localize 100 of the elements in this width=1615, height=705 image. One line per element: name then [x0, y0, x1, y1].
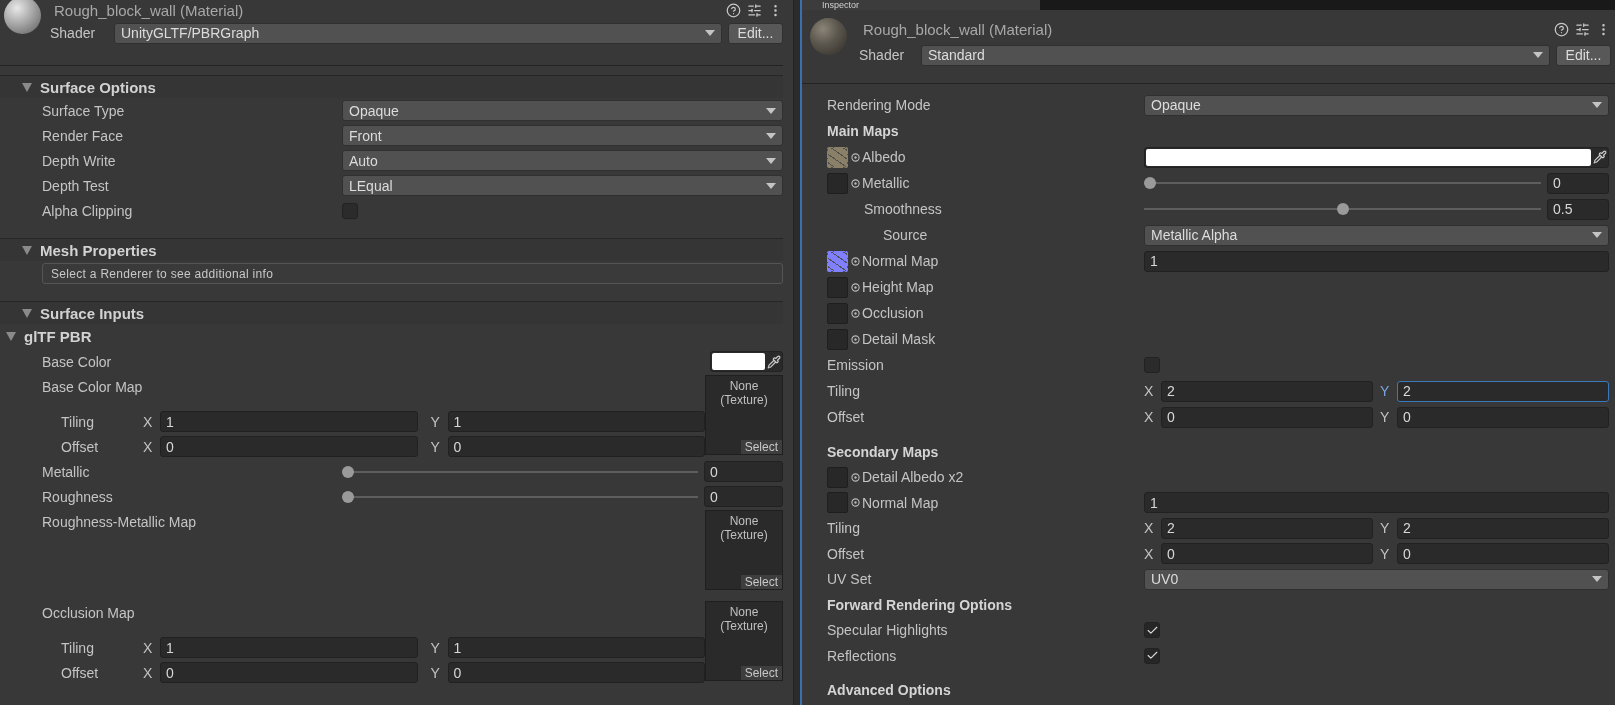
settings-icon[interactable]: [1575, 21, 1590, 37]
number-field[interactable]: 0: [704, 461, 783, 482]
edit-button[interactable]: Edit...: [728, 22, 783, 44]
number-field[interactable]: 0: [1161, 406, 1373, 428]
dropdown[interactable]: Auto: [342, 150, 783, 171]
number-field[interactable]: 0: [160, 436, 418, 457]
target-icon[interactable]: [851, 472, 860, 482]
foldout-arrow-icon[interactable]: [22, 82, 32, 92]
foldout-header[interactable]: Surface Options: [0, 75, 783, 98]
number-field[interactable]: 0: [1547, 172, 1609, 194]
help-icon[interactable]: [726, 2, 741, 18]
target-icon[interactable]: [851, 308, 860, 318]
number-field[interactable]: 0: [1161, 543, 1373, 565]
axis-label: Y: [430, 664, 441, 681]
dropdown[interactable]: LEqual: [342, 175, 783, 196]
field-label: Reflections: [827, 647, 898, 664]
target-icon[interactable]: [851, 178, 860, 188]
color-swatch[interactable]: [1146, 148, 1591, 166]
foldout-header[interactable]: glTF PBR: [0, 324, 783, 349]
axis-label: Y: [1380, 545, 1391, 562]
number-field[interactable]: 2: [1397, 380, 1609, 402]
field-label: Source: [883, 227, 929, 243]
caret-icon: [1592, 102, 1602, 108]
target-icon[interactable]: [851, 282, 860, 292]
number-field[interactable]: 0: [447, 662, 705, 683]
caret-icon: [766, 107, 776, 114]
foldout-arrow-icon[interactable]: [6, 332, 16, 341]
texture-slot[interactable]: None (Texture) Select: [705, 601, 783, 681]
foldout-header[interactable]: Surface Inputs: [0, 301, 783, 324]
eyedropper-icon[interactable]: [767, 354, 781, 369]
scrollbar[interactable]: [793, 0, 800, 705]
number-field[interactable]: 1: [1144, 492, 1609, 514]
slider-thumb[interactable]: [1336, 203, 1349, 215]
axis-label: Y: [1380, 383, 1391, 399]
inspector-tab[interactable]: Inspector: [802, 0, 1040, 10]
edit-button[interactable]: Edit...: [1556, 44, 1611, 66]
field-label: Shader: [50, 25, 97, 41]
field-label: Metallic: [862, 175, 910, 191]
axis-label: X: [1144, 545, 1155, 562]
checkbox[interactable]: [1144, 647, 1160, 664]
number-field[interactable]: 1: [447, 637, 705, 658]
shader-dropdown[interactable]: Standard: [921, 44, 1550, 66]
axis-label: X: [143, 664, 154, 681]
slider-thumb[interactable]: [342, 490, 354, 503]
foldout-arrow-icon[interactable]: [22, 308, 32, 318]
number-field[interactable]: 2: [1161, 517, 1373, 539]
dropdown[interactable]: Opaque: [1144, 94, 1609, 116]
select-button[interactable]: Select: [740, 440, 782, 454]
number-field[interactable]: 1: [447, 411, 705, 432]
axis-label: Y: [430, 438, 441, 455]
dropdown[interactable]: Opaque: [342, 100, 783, 121]
number-field[interactable]: 1: [160, 411, 418, 432]
number-field[interactable]: 0: [704, 486, 783, 507]
target-icon[interactable]: [851, 152, 860, 162]
caret-icon: [766, 157, 776, 164]
number-field[interactable]: 1: [1144, 250, 1609, 272]
caret-icon: [766, 182, 776, 189]
shader-dropdown[interactable]: UnityGLTF/PBRGraph: [114, 22, 722, 44]
settings-icon[interactable]: [747, 2, 762, 18]
number-field[interactable]: 0: [160, 662, 418, 683]
color-field[interactable]: [710, 351, 783, 372]
dropdown[interactable]: UV0: [1144, 568, 1609, 590]
field-label: Rendering Mode: [827, 97, 932, 113]
material-title: Rough_block_wall (Material): [53, 1, 245, 19]
target-icon[interactable]: [851, 334, 860, 344]
field-label: UV Set: [827, 571, 873, 588]
field-label: Offset: [827, 409, 866, 425]
field-label: Offset: [61, 438, 100, 455]
dropdown[interactable]: Front: [342, 125, 783, 146]
texture-thumbnail[interactable]: [827, 146, 848, 168]
number-field[interactable]: 1: [160, 637, 418, 658]
dropdown[interactable]: Metallic Alpha: [1144, 224, 1609, 246]
field-label: Tiling: [61, 639, 95, 656]
texture-thumbnail[interactable]: [827, 250, 848, 272]
foldout-arrow-icon[interactable]: [22, 245, 32, 255]
color-swatch[interactable]: [712, 353, 765, 370]
number-field[interactable]: 2: [1397, 517, 1609, 539]
field-label: Occlusion Map: [42, 604, 136, 621]
number-field[interactable]: 0: [1397, 543, 1609, 565]
help-icon[interactable]: [1554, 21, 1569, 37]
checkbox[interactable]: [1144, 622, 1160, 639]
target-icon[interactable]: [851, 498, 860, 508]
target-icon[interactable]: [851, 256, 860, 266]
slider-thumb[interactable]: [342, 465, 354, 478]
number-field[interactable]: 0: [447, 436, 705, 457]
number-field[interactable]: 2: [1161, 380, 1373, 402]
select-button[interactable]: Select: [740, 666, 782, 680]
select-button[interactable]: Select: [740, 575, 782, 589]
field-label: Base Color Map: [42, 378, 144, 395]
field-label: Roughness-Metallic Map: [42, 513, 198, 530]
slider-thumb[interactable]: [1144, 177, 1156, 189]
number-field[interactable]: 0.5: [1547, 198, 1609, 220]
eyedropper-icon[interactable]: [1593, 150, 1607, 164]
material-sphere-icon: [810, 18, 847, 55]
texture-slot[interactable]: None (Texture) Select: [705, 375, 783, 455]
color-field[interactable]: [1144, 146, 1609, 168]
number-field[interactable]: 0: [1397, 406, 1609, 428]
field-label: Detail Mask: [862, 331, 936, 347]
foldout-header[interactable]: Mesh Properties: [0, 238, 783, 261]
texture-slot[interactable]: None (Texture) Select: [705, 510, 783, 590]
